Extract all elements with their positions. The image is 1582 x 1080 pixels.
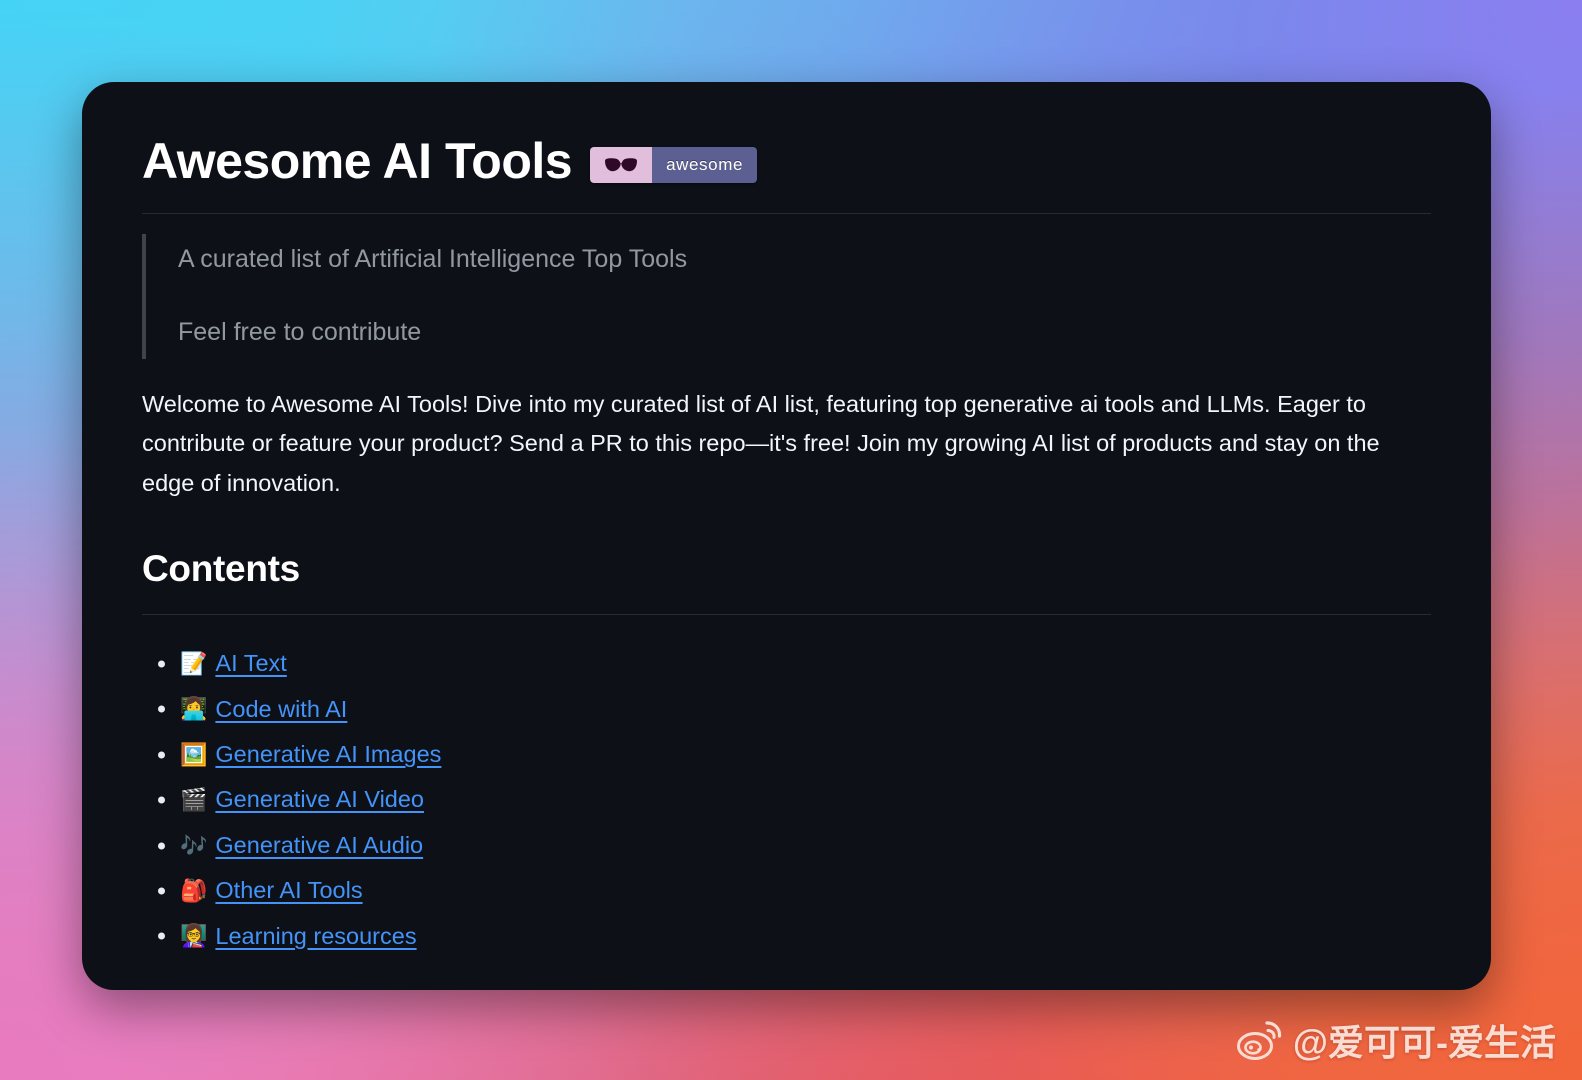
- title-divider: [142, 213, 1431, 214]
- toc-link-learning-resources[interactable]: Learning resources: [215, 922, 416, 951]
- weibo-logo-icon: [1236, 1021, 1282, 1060]
- title-row: Awesome AI Tools awesome: [142, 134, 1431, 189]
- contents-list: 📝 AI Text 👩‍💻 Code with AI 🖼️ Generative…: [142, 649, 1431, 951]
- blockquote-line-2: Feel free to contribute: [178, 318, 422, 347]
- page-title: Awesome AI Tools: [142, 133, 573, 189]
- toc-link-generative-ai-audio[interactable]: Generative AI Audio: [215, 831, 423, 860]
- list-item[interactable]: 👩‍💻 Code with AI: [180, 695, 1431, 724]
- list-item[interactable]: 👩‍🏫 Learning resources: [180, 922, 1431, 951]
- framed-picture-emoji: 🖼️: [180, 741, 208, 767]
- blockquote-line-1: A curated list of Artificial Intelligenc…: [178, 245, 688, 273]
- awesome-badge-label: awesome: [652, 146, 758, 183]
- toc-link-generative-ai-images[interactable]: Generative AI Images: [215, 740, 441, 769]
- backpack-emoji: 🎒: [180, 877, 208, 903]
- sunglasses-icon: [590, 146, 653, 183]
- toc-link-other-ai-tools[interactable]: Other AI Tools: [215, 876, 362, 905]
- blockquote: A curated list of Artificial Intelligenc…: [142, 234, 1431, 359]
- clapper-board-emoji: 🎬: [180, 787, 208, 813]
- intro-paragraph: Welcome to Awesome AI Tools! Dive into m…: [142, 390, 1380, 497]
- watermark-handle: @爱可可-爱生活: [1292, 1022, 1556, 1063]
- memo-emoji: 📝: [180, 651, 208, 676]
- toc-link-code-with-ai[interactable]: Code with AI: [215, 695, 347, 724]
- toc-link-ai-text[interactable]: AI Text: [215, 649, 286, 678]
- list-item[interactable]: 🎬 Generative AI Video: [180, 785, 1431, 814]
- list-item[interactable]: 📝 AI Text: [180, 649, 1431, 678]
- toc-link-generative-ai-video[interactable]: Generative AI Video: [215, 785, 424, 814]
- woman-technologist-emoji: 👩‍💻: [180, 696, 208, 722]
- list-item[interactable]: 🎶 Generative AI Audio: [180, 831, 1431, 860]
- list-item[interactable]: 🎒 Other AI Tools: [180, 876, 1431, 905]
- contents-divider: [142, 614, 1431, 616]
- watermark: @爱可可-爱生活: [1236, 1014, 1556, 1066]
- contents-heading: Contents: [142, 548, 300, 590]
- woman-teacher-emoji: 👩‍🏫: [180, 923, 208, 949]
- musical-notes-emoji: 🎶: [180, 832, 208, 858]
- awesome-badge[interactable]: awesome: [590, 146, 758, 183]
- list-item[interactable]: 🖼️ Generative AI Images: [180, 740, 1431, 769]
- readme-card: Awesome AI Tools awesome A curated list …: [82, 82, 1491, 990]
